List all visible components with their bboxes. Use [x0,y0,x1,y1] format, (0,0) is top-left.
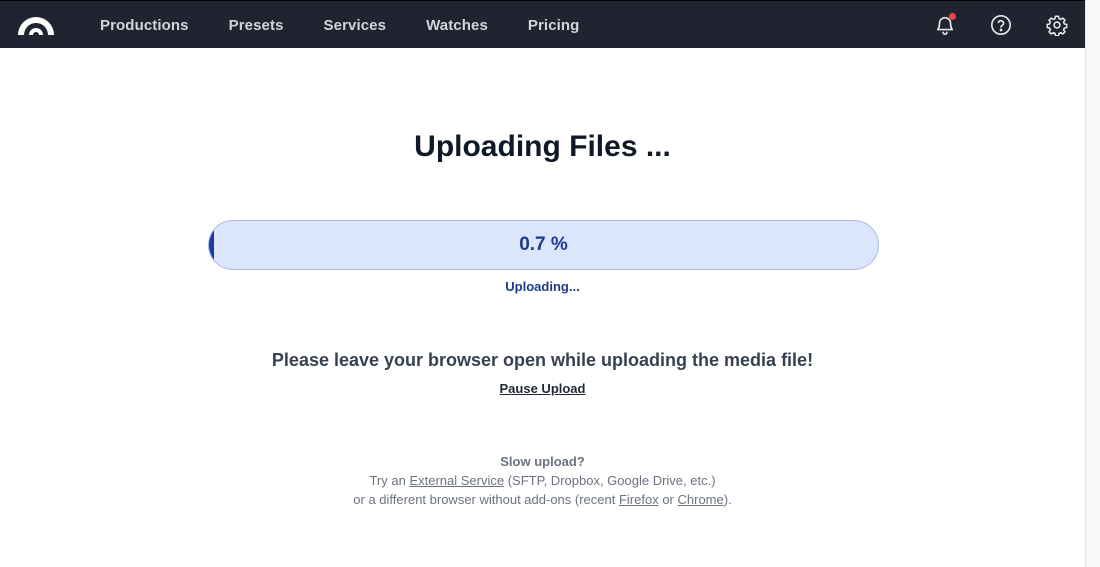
logo-icon[interactable] [16,13,56,35]
nav-services[interactable]: Services [304,17,407,34]
firefox-link[interactable]: Firefox [619,492,659,507]
nav-watches[interactable]: Watches [406,17,508,34]
nav-productions[interactable]: Productions [80,17,209,34]
text: or a different browser without add-ons (… [353,492,619,507]
keep-browser-open-warning: Please leave your browser open while upl… [271,350,814,370]
page-title: Uploading Files ... [414,130,671,163]
main-nav: Productions Presets Services Watches Pri… [80,1,599,49]
progress-percentage: 0.7 % [519,234,568,255]
text: (SFTP, Dropbox, Google Drive, etc.) [504,473,716,488]
text: Try an [369,473,410,488]
slow-upload-line-2: or a different browser without add-ons (… [0,492,1085,507]
chrome-link[interactable]: Chrome [678,492,724,507]
text: ). [723,492,732,507]
help-button[interactable] [973,1,1029,49]
page-scrollbar[interactable] [1085,0,1100,567]
notification-dot [949,13,956,20]
text: or [658,492,678,507]
slow-upload-line-1: Try an External Service (SFTP, Dropbox, … [0,473,1085,488]
pause-upload-link[interactable]: Pause Upload [500,381,586,396]
external-service-link[interactable]: External Service [409,473,504,488]
nav-presets[interactable]: Presets [209,17,304,34]
gear-icon [1046,15,1068,36]
upload-panel: Uploading Files ... 0.7 % Uploading... P… [0,48,1085,567]
nav-pricing[interactable]: Pricing [508,17,600,34]
navbar-actions [917,1,1085,49]
settings-button[interactable] [1029,1,1085,49]
top-navbar: Productions Presets Services Watches Pri… [0,0,1085,48]
pause-container: Pause Upload [0,381,1085,396]
upload-status: Uploading... [505,279,580,294]
slow-upload-heading: Slow upload? [500,454,585,469]
question-circle-icon [991,15,1011,35]
notifications-button[interactable] [917,1,973,49]
upload-progress-bar: 0.7 % [208,220,879,270]
